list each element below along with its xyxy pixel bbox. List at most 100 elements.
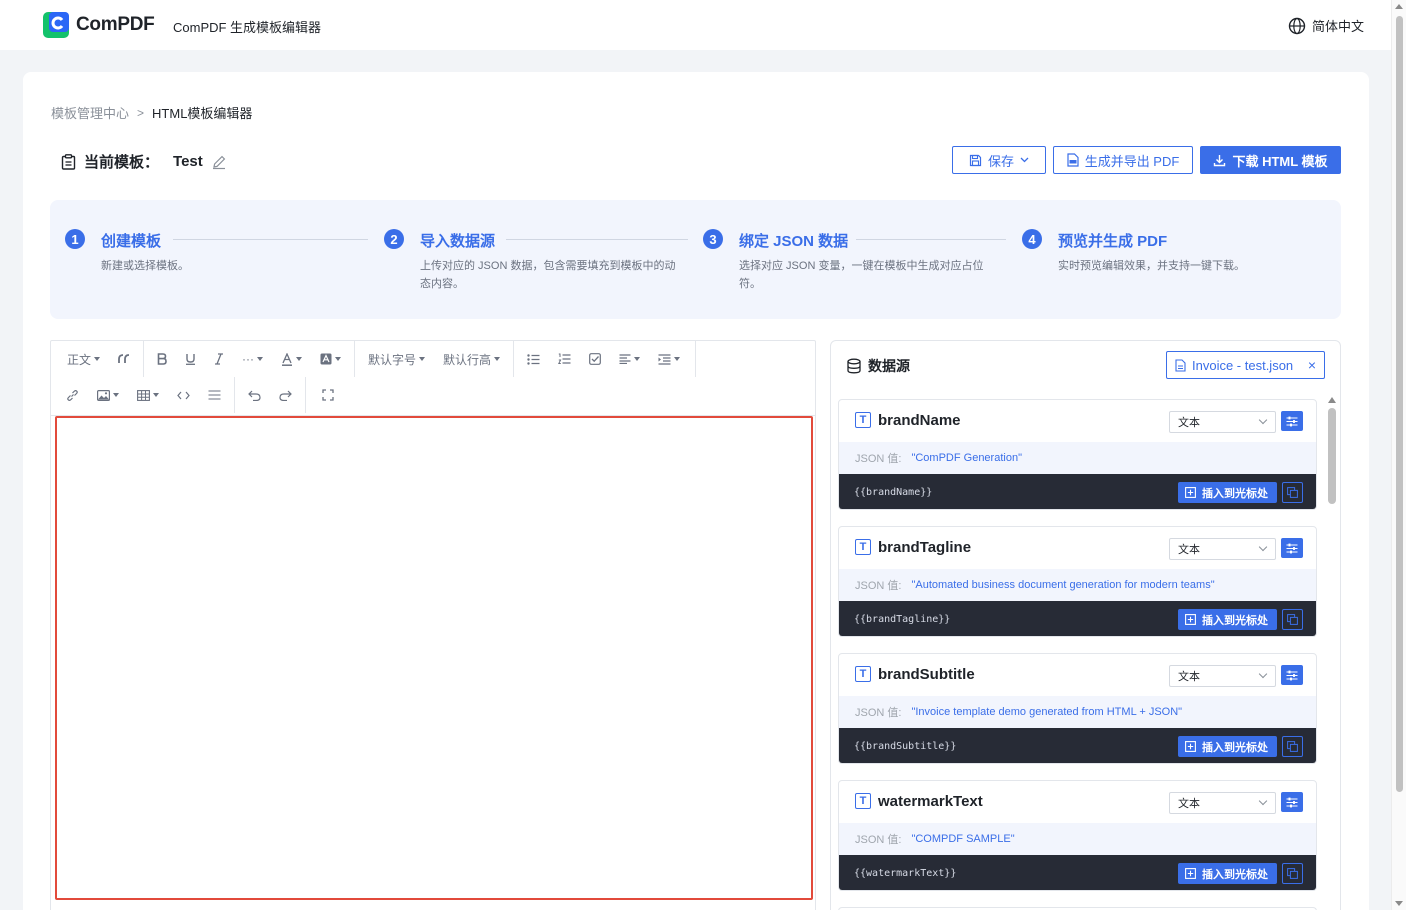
paragraph-style-label: 正文	[67, 352, 92, 367]
plus-square-icon	[1185, 487, 1196, 498]
export-pdf-button[interactable]: 生成并导出 PDF	[1053, 146, 1193, 174]
divider-button[interactable]	[199, 377, 230, 413]
copy-button[interactable]	[1282, 482, 1303, 503]
bold-button[interactable]	[148, 341, 176, 377]
step-connector	[856, 239, 1006, 240]
text-type-icon: T	[855, 793, 871, 809]
caret-down-icon	[335, 357, 342, 361]
step-number: 3	[703, 229, 723, 249]
redo-button[interactable]	[270, 377, 301, 413]
editor-content-area[interactable]	[55, 416, 813, 900]
field-settings-button[interactable]	[1281, 665, 1303, 685]
copy-button[interactable]	[1282, 863, 1303, 884]
italic-button[interactable]	[205, 341, 233, 377]
scroll-up-arrow-icon[interactable]	[1395, 4, 1403, 9]
paragraph-style-dropdown[interactable]: 正文	[51, 341, 109, 377]
json-value: "Invoice template demo generated from HT…	[911, 706, 1183, 718]
insert-image-button[interactable]	[88, 377, 128, 413]
field-card-header: T watermarkText 文本	[839, 781, 1316, 823]
link-button[interactable]	[51, 377, 88, 413]
undo-button[interactable]	[239, 377, 270, 413]
field-type-select[interactable]: 文本	[1169, 792, 1276, 814]
close-icon[interactable]: ×	[1308, 357, 1316, 373]
caret-down-icon	[674, 357, 681, 361]
insert-at-cursor-label: 插入到光标处	[1202, 868, 1268, 881]
page-scroll-thumb[interactable]	[1396, 16, 1403, 792]
breadcrumb-separator: >	[137, 105, 145, 120]
highlight-icon	[320, 353, 332, 365]
font-color-button[interactable]	[272, 341, 311, 377]
step-description: 新建或选择模板。	[101, 260, 189, 272]
field-name: brandSubtitle	[878, 666, 975, 683]
field-settings-button[interactable]	[1281, 411, 1303, 431]
field-settings-button[interactable]	[1281, 792, 1303, 812]
font-size-dropdown[interactable]: 默认字号	[359, 341, 434, 377]
redo-icon	[279, 390, 292, 401]
blockquote-button[interactable]	[109, 341, 139, 377]
copy-icon	[1287, 741, 1298, 752]
step-title: 预览并生成 PDF	[1058, 233, 1168, 250]
copy-button[interactable]	[1282, 736, 1303, 757]
download-html-button[interactable]: 下载 HTML 模板	[1200, 146, 1341, 174]
field-type-select[interactable]: 文本	[1169, 538, 1276, 560]
code-button[interactable]	[168, 377, 199, 413]
breadcrumb-parent-link[interactable]: 模板管理中心	[51, 103, 129, 122]
field-type-select[interactable]: 文本	[1169, 665, 1276, 687]
field-card-header: T brandSubtitle 文本	[839, 654, 1316, 696]
download-icon	[1214, 154, 1226, 166]
fullscreen-button[interactable]	[310, 377, 343, 413]
caret-down-icon	[419, 357, 426, 361]
page-scrollbar[interactable]	[1391, 0, 1406, 910]
step-description: 上传对应的 JSON 数据，包含需要填充到模板中的动态内容。	[420, 260, 676, 290]
data-source-scroll-thumb[interactable]	[1328, 408, 1336, 504]
plus-square-icon	[1185, 614, 1196, 625]
scroll-up-arrow-icon[interactable]	[1328, 397, 1336, 403]
scroll-down-arrow-icon[interactable]	[1395, 901, 1403, 906]
background-color-button[interactable]	[311, 341, 350, 377]
align-dropdown[interactable]	[610, 341, 649, 377]
copy-button[interactable]	[1282, 609, 1303, 630]
field-name: watermarkText	[878, 793, 983, 810]
current-template-label: 当前模板：	[84, 154, 160, 171]
json-file-chip[interactable]: Invoice - test.json ×	[1166, 351, 1325, 379]
chevron-down-icon	[1258, 415, 1268, 425]
insert-at-cursor-button[interactable]: 插入到光标处	[1178, 609, 1277, 630]
text-type-icon: T	[855, 539, 871, 555]
caret-down-icon	[257, 357, 264, 361]
insert-at-cursor-button[interactable]: 插入到光标处	[1178, 736, 1277, 757]
language-selector[interactable]: 简体中文	[1288, 16, 1364, 35]
step-connector	[506, 239, 688, 240]
edit-pencil-icon[interactable]	[211, 154, 227, 170]
caret-down-icon	[153, 393, 159, 397]
copy-icon	[1287, 868, 1298, 879]
chevron-down-icon	[1258, 542, 1268, 552]
step-number: 1	[65, 229, 85, 249]
code-icon	[177, 391, 190, 399]
field-type-value: 文本	[1178, 417, 1200, 429]
line-height-dropdown[interactable]: 默认行高	[434, 341, 509, 377]
todo-list-button[interactable]	[580, 341, 610, 377]
insert-at-cursor-button[interactable]: 插入到光标处	[1178, 482, 1277, 503]
bullet-list-button[interactable]	[518, 341, 549, 377]
more-formatting-button[interactable]: ···	[233, 341, 272, 377]
json-value: "ComPDF Generation"	[911, 452, 1022, 464]
toolbar-row-1: 正文 ··· 默认字号 默认行高	[51, 341, 700, 377]
indent-dropdown[interactable]	[649, 341, 689, 377]
field-settings-button[interactable]	[1281, 538, 1303, 558]
chevron-down-icon	[1020, 157, 1029, 163]
font-color-icon	[282, 352, 293, 366]
sliders-icon	[1286, 797, 1298, 807]
insert-at-cursor-button[interactable]: 插入到光标处	[1178, 863, 1277, 884]
numbered-list-button[interactable]	[549, 341, 580, 377]
save-button[interactable]: 保存	[952, 146, 1046, 174]
field-card-header: T brandTagline 文本	[839, 527, 1316, 569]
underline-button[interactable]	[176, 341, 205, 377]
insert-at-cursor-label: 插入到光标处	[1202, 614, 1268, 627]
field-type-select[interactable]: 文本	[1169, 411, 1276, 433]
field-name: brandTagline	[878, 539, 972, 556]
data-source-scrollbar[interactable]	[1326, 396, 1338, 910]
copy-icon	[1287, 487, 1298, 498]
quote-icon	[118, 354, 130, 363]
step-description: 选择对应 JSON 变量，一键在模板中生成对应占位符。	[739, 260, 984, 290]
insert-table-button[interactable]	[128, 377, 168, 413]
